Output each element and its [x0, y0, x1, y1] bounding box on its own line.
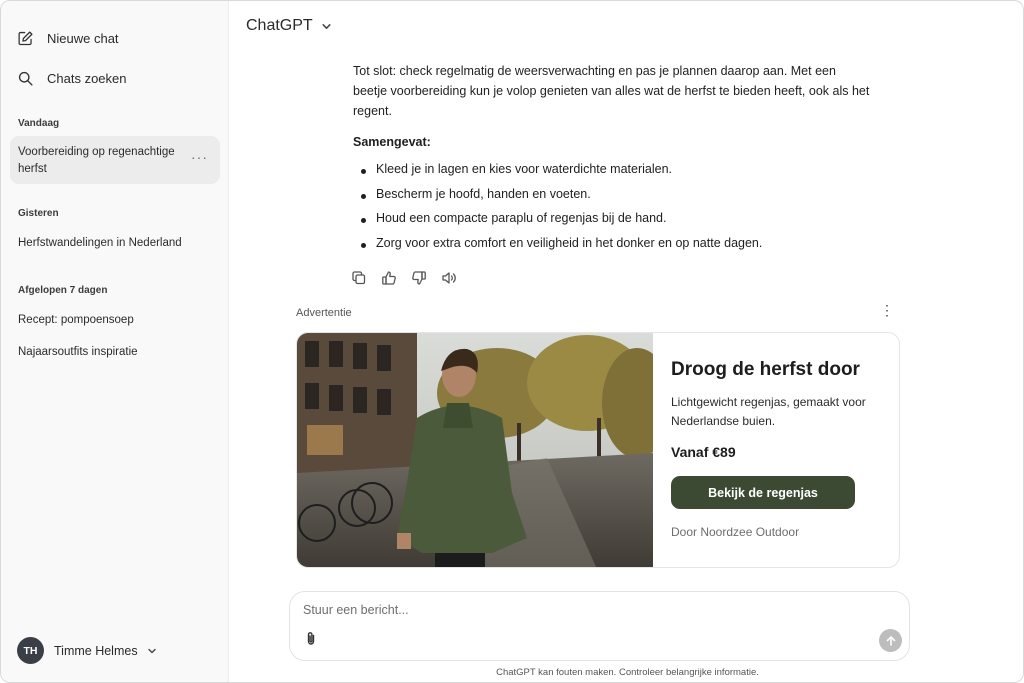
thumbs-down-button[interactable]: [411, 270, 427, 286]
ad-title: Droog de herfst door: [671, 359, 860, 380]
app-window: Nieuwe chat Chats zoeken Vandaag Voorber…: [0, 0, 1024, 683]
summary-heading: Samengevat:: [353, 135, 431, 149]
section-yesterday-label: Gisteren: [18, 208, 59, 219]
sidebar: Nieuwe chat Chats zoeken Vandaag Voorber…: [1, 1, 229, 682]
new-chat-button[interactable]: Nieuwe chat: [17, 24, 119, 52]
sidebar-item-chat[interactable]: Recept: pompoensoep: [18, 314, 134, 326]
paperclip-icon[interactable]: [303, 631, 319, 647]
ad-image: [297, 333, 653, 567]
sidebar-item-chat[interactable]: Najaarsoutfits inspiratie: [18, 346, 138, 358]
section-last-7-days-label: Afgelopen 7 dagen: [18, 285, 108, 296]
chat-title: Voorbereiding op regenachtige herfst: [18, 146, 175, 175]
ad-menu-icon[interactable]: ⋮: [880, 303, 894, 317]
model-name: ChatGPT: [246, 17, 313, 34]
ad-description: Lichtgewicht regenjas, gemaakt voor Nede…: [671, 395, 866, 428]
search-chats-button[interactable]: Chats zoeken: [17, 64, 127, 92]
thumbs-down-icon: [412, 271, 426, 285]
thumbs-up-icon: [382, 271, 396, 285]
read-aloud-button[interactable]: [441, 270, 457, 286]
search-chats-label: Chats zoeken: [47, 70, 127, 86]
sidebar-item-chat[interactable]: Herfstwandelingen in Nederland: [18, 237, 182, 249]
arrow-up-icon: [886, 635, 895, 646]
ad-price: Vanaf €89: [671, 444, 736, 460]
copy-icon: [352, 271, 366, 285]
message-input[interactable]: [303, 603, 863, 617]
more-options-icon[interactable]: ···: [191, 149, 208, 166]
ad-sponsor: Door Noordzee Outdoor: [671, 525, 800, 539]
list-item: Kleed je in lagen en kies voor waterdich…: [358, 162, 762, 187]
section-today-label: Vandaag: [18, 118, 60, 129]
list-item: Bescherm je hoofd, handen en voeten.: [358, 187, 762, 212]
list-item: Houd een compacte paraplu of regenjas bi…: [358, 211, 762, 236]
send-button[interactable]: [879, 629, 902, 652]
assistant-message-text: Tot slot: check regelmatig de weersverwa…: [353, 64, 870, 118]
list-item: Zorg voor extra comfort en veiligheid in…: [358, 236, 762, 261]
disclaimer: ChatGPT kan fouten maken. Controleer bel…: [496, 667, 759, 678]
sidebar-item-active-chat[interactable]: Voorbereiding op regenachtige herfst ···: [10, 136, 220, 184]
main-panel: ChatGPT Tot slot: check regelmatig de we…: [230, 1, 1023, 682]
edit-icon: [18, 30, 33, 45]
avatar: TH: [17, 637, 44, 664]
message-actions: [351, 270, 471, 286]
copy-button[interactable]: [351, 270, 367, 286]
speaker-icon: [442, 272, 456, 284]
new-chat-label: Nieuwe chat: [47, 30, 119, 46]
chevron-down-icon: [147, 648, 156, 653]
user-name: Timme Helmes: [54, 643, 138, 658]
thumbs-up-button[interactable]: [381, 270, 397, 286]
summary-list: Kleed je in lagen en kies voor waterdich…: [358, 162, 762, 260]
model-selector[interactable]: ChatGPT: [246, 17, 332, 35]
search-icon: [18, 71, 33, 86]
ad-card[interactable]: Droog de herfst door Lichtgewicht regenj…: [296, 332, 900, 568]
ad-label: Advertentie: [296, 307, 352, 319]
message-composer: [289, 591, 910, 661]
user-menu-button[interactable]: TH Timme Helmes: [17, 637, 157, 664]
ad-cta-button[interactable]: Bekijk de regenjas: [671, 476, 855, 509]
chevron-down-icon: [322, 23, 331, 29]
